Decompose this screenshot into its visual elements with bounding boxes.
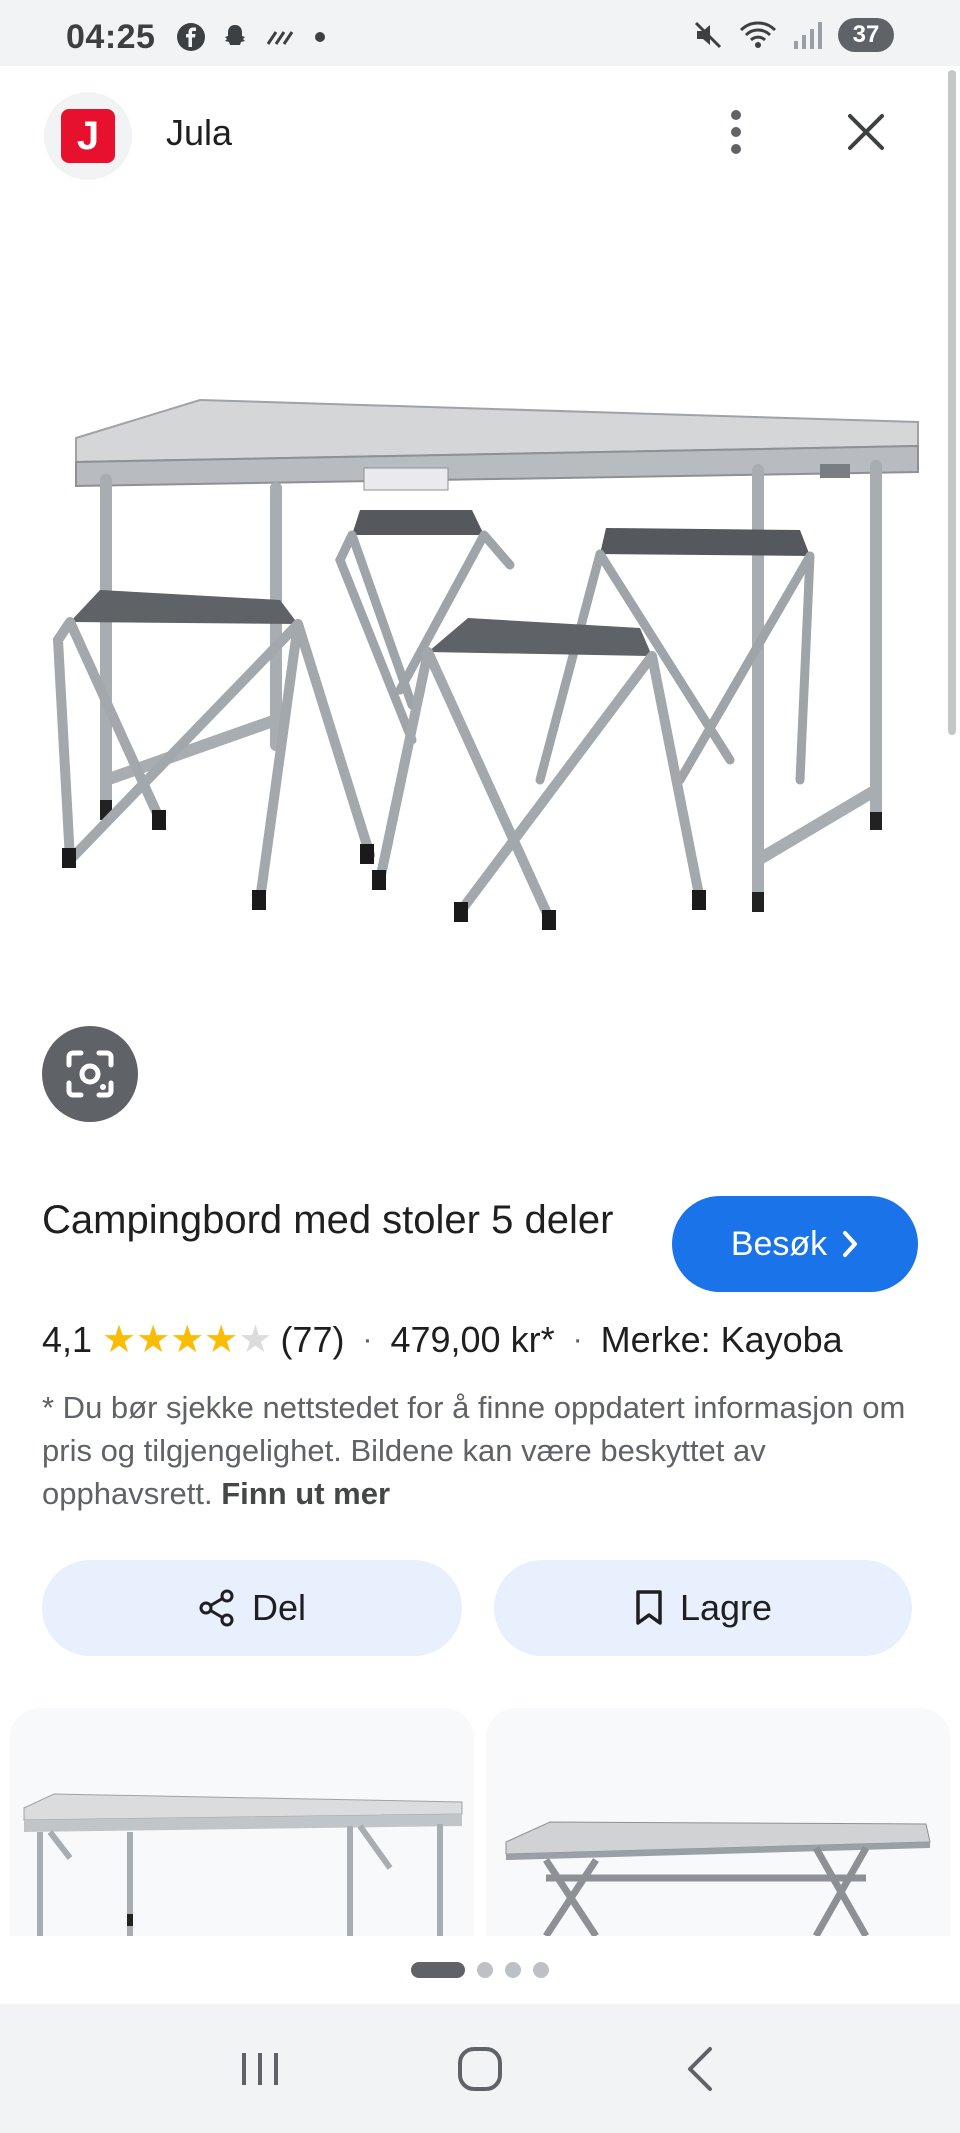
- status-time: 04:25: [66, 18, 156, 56]
- dot-icon: [315, 32, 325, 42]
- table-thumbnail-image: [23, 1793, 463, 1936]
- recent-apps-button[interactable]: [220, 2029, 300, 2109]
- price: 479,00 kr*: [390, 1319, 555, 1360]
- pager-dot[interactable]: [505, 1962, 521, 1978]
- star-filled-icon: ★: [136, 1319, 171, 1361]
- close-icon: [848, 114, 884, 150]
- product-meta: 4,1 ★ ★ ★ ★ ★ (77) · 479,00 kr* · Merke:…: [42, 1314, 843, 1366]
- more-vert-icon: [731, 110, 741, 154]
- battery-icon: 37: [838, 18, 894, 52]
- snapchat-icon: [225, 25, 245, 45]
- product-title: Campingbord med stoler 5 deler: [42, 1198, 614, 1242]
- back-icon: [688, 2046, 712, 2091]
- share-icon: [199, 1589, 234, 1627]
- save-button[interactable]: Lagre: [494, 1560, 912, 1656]
- system-navigation-bar: [0, 2004, 960, 2133]
- header: J Jula: [0, 66, 960, 206]
- site-name[interactable]: Jula: [166, 112, 232, 154]
- bookmark-icon: [636, 1590, 662, 1625]
- scrollbar[interactable]: [948, 70, 956, 735]
- related-product-thumbnail[interactable]: [10, 1708, 474, 1936]
- home-icon: [458, 2046, 502, 2091]
- more-options-button[interactable]: [706, 102, 766, 162]
- share-label: Del: [251, 1587, 307, 1628]
- review-count[interactable]: (77): [280, 1319, 344, 1361]
- site-logo[interactable]: J: [44, 92, 132, 180]
- mute-icon: [694, 21, 722, 49]
- disclaimer: * Du bør sjekke nettstedet for å finne o…: [42, 1386, 922, 1515]
- back-button[interactable]: [660, 2029, 740, 2109]
- cell-signal-icon: [794, 22, 822, 49]
- pager-dot[interactable]: [477, 1962, 493, 1978]
- star-filled-icon: ★: [102, 1319, 137, 1361]
- status-bar: 04:25 37: [0, 0, 960, 66]
- star-empty-icon: ★: [238, 1319, 273, 1361]
- home-button[interactable]: [440, 2029, 520, 2109]
- signal-boost-icon: [266, 31, 294, 45]
- lens-search-button[interactable]: [42, 1026, 138, 1122]
- product-image[interactable]: [40, 360, 930, 980]
- pager-dot[interactable]: [533, 1962, 549, 1978]
- close-button[interactable]: [834, 100, 898, 164]
- visit-button[interactable]: Besøk: [672, 1196, 918, 1292]
- pager-dot-active[interactable]: [411, 1962, 465, 1978]
- table-thumbnail-image: [505, 1821, 931, 1936]
- separator: ·: [362, 1323, 373, 1356]
- visit-label: Besøk: [730, 1224, 828, 1263]
- recent-apps-icon: [242, 2052, 278, 2085]
- facebook-icon: [177, 23, 205, 51]
- star-filled-icon: ★: [204, 1319, 239, 1361]
- learn-more-link[interactable]: Finn ut mer: [221, 1476, 390, 1511]
- chevron-right-icon: [843, 1231, 858, 1257]
- rating-value: 4,1: [42, 1319, 93, 1360]
- wifi-icon: [739, 21, 777, 48]
- jula-logo: J: [61, 109, 115, 163]
- share-button[interactable]: Del: [42, 1560, 462, 1656]
- save-label: Lagre: [679, 1587, 773, 1628]
- star-filled-icon: ★: [170, 1319, 205, 1361]
- star-rating: ★ ★ ★ ★ ★: [102, 1321, 272, 1359]
- brand: Merke: Kayoba: [600, 1319, 843, 1360]
- separator: ·: [572, 1323, 583, 1356]
- related-product-thumbnail[interactable]: [486, 1708, 950, 1936]
- disclaimer-text: * Du bør sjekke nettstedet for å finne o…: [42, 1390, 906, 1511]
- camera-search-icon: [66, 1050, 114, 1098]
- image-pager[interactable]: [0, 1936, 960, 2004]
